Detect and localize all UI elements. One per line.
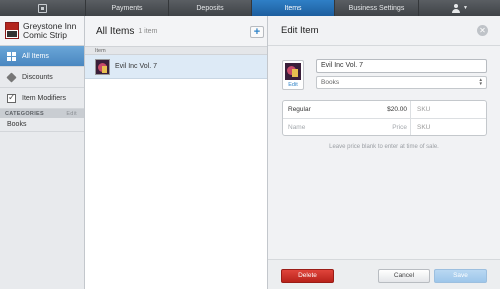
item-list-pane: All Items 1 item + Item Evil Inc Vol. 7 xyxy=(85,16,268,289)
list-header: All Items 1 item + xyxy=(85,16,267,46)
chevron-down-icon: ▼ xyxy=(463,5,468,11)
add-item-button[interactable]: + xyxy=(250,26,264,38)
item-name-field[interactable]: Evil Inc Vol. 7 xyxy=(316,59,487,73)
close-button[interactable]: ✕ xyxy=(477,25,488,36)
panel-title: Edit Item xyxy=(281,25,319,36)
price-row: Name Price SKU xyxy=(283,118,486,135)
price-name-field[interactable]: Name xyxy=(283,124,355,131)
item-thumbnail xyxy=(95,58,110,75)
category-select[interactable]: Books ▲ ▼ xyxy=(316,76,487,89)
tab-payments[interactable]: Payments xyxy=(85,0,168,16)
category-item-books[interactable]: Books xyxy=(0,118,84,132)
store-header: Greystone Inn Comic Strip xyxy=(0,16,84,46)
store-name-line2: Comic Strip xyxy=(23,29,67,40)
category-label: Books xyxy=(7,121,27,128)
item-image[interactable]: Edit xyxy=(282,60,304,90)
sidebar-item-all-items[interactable]: All Items xyxy=(0,46,84,67)
price-row: Regular $20.00 SKU xyxy=(283,101,486,118)
sku-field[interactable]: SKU xyxy=(410,101,486,118)
panel-footer: Delete Cancel Save xyxy=(268,259,500,289)
tab-business-settings[interactable]: Business Settings xyxy=(334,0,418,16)
checkbox-icon xyxy=(7,92,16,103)
plus-icon: + xyxy=(253,26,261,38)
price-value-field[interactable]: Price xyxy=(355,124,410,131)
sku-field[interactable]: SKU xyxy=(410,119,486,135)
delete-button[interactable]: Delete xyxy=(281,269,334,283)
item-image-artwork xyxy=(285,63,301,80)
user-menu[interactable]: ▼ xyxy=(418,0,500,16)
tag-icon xyxy=(6,71,17,83)
list-title: All Items xyxy=(96,25,135,37)
price-hint: Leave price blank to enter at time of sa… xyxy=(329,144,439,150)
select-arrows-icon: ▲ ▼ xyxy=(478,77,483,86)
store-logo xyxy=(5,22,19,39)
panel-header: Edit Item ✕ xyxy=(268,16,500,46)
square-logo-icon xyxy=(38,3,47,13)
sidebar-item-discounts[interactable]: Discounts xyxy=(0,67,84,88)
categories-edit-link[interactable]: Edit xyxy=(66,111,77,117)
tab-deposits[interactable]: Deposits xyxy=(168,0,251,16)
sidebar-item-item-modifiers[interactable]: Item Modifiers xyxy=(0,88,84,109)
sidebar-item-label: Item Modifiers xyxy=(22,94,66,102)
save-button[interactable]: Save xyxy=(434,269,487,283)
edit-item-panel: Edit Item ✕ Edit Evil Inc Vol. 7 Books ▲… xyxy=(268,16,500,289)
edit-image-link[interactable]: Edit xyxy=(283,82,303,88)
close-icon: ✕ xyxy=(479,26,486,35)
sidebar-item-label: All Items xyxy=(22,52,49,60)
item-name: Evil Inc Vol. 7 xyxy=(115,63,158,70)
user-icon xyxy=(451,3,461,13)
categories-header-label: CATEGORIES xyxy=(5,110,44,117)
price-value-field[interactable]: $20.00 xyxy=(355,106,410,113)
grid-icon xyxy=(7,51,16,61)
cancel-button[interactable]: Cancel xyxy=(378,269,430,283)
categories-header: CATEGORIES Edit xyxy=(0,109,84,118)
home-button[interactable] xyxy=(0,0,85,16)
tab-items[interactable]: Items xyxy=(251,0,334,16)
column-header-item[interactable]: Item xyxy=(85,46,267,55)
sidebar-item-label: Discounts xyxy=(22,73,53,81)
item-count: 1 item xyxy=(138,27,158,35)
store-name: Greystone Inn Comic Strip xyxy=(23,21,76,40)
sidebar: Greystone Inn Comic Strip All Items Disc… xyxy=(0,16,85,289)
price-name-field[interactable]: Regular xyxy=(283,106,355,113)
table-row[interactable]: Evil Inc Vol. 7 xyxy=(85,55,267,79)
top-nav: Payments Deposits Items Business Setting… xyxy=(0,0,500,16)
price-table: Regular $20.00 SKU Name Price SKU xyxy=(282,100,487,136)
category-select-value: Books xyxy=(321,79,340,86)
